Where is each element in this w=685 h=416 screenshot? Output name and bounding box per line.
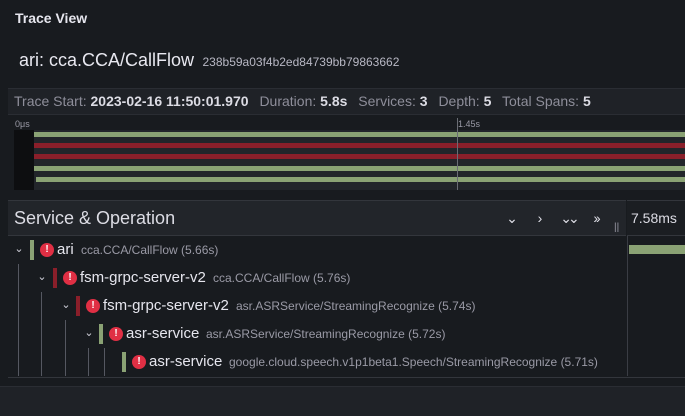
services-value: 3	[419, 93, 428, 109]
timeline-header: 7.58ms	[627, 200, 685, 236]
timeline-tick-label: 7.58ms	[631, 210, 677, 226]
error-icon: !	[63, 271, 77, 285]
tree-guide	[18, 348, 19, 376]
span-name-cell[interactable]: ⌄ ! ari cca.CCA/CallFlow (5.66s)	[8, 236, 627, 264]
error-icon: !	[132, 355, 146, 369]
span-name-cell[interactable]: ⌄ ! asr-service asr.ASRService/Streaming…	[8, 320, 627, 348]
operation-name: google.cloud.speech.v1p1beta1.Speech/Str…	[229, 355, 598, 369]
span-bar-cell[interactable]	[627, 236, 685, 264]
total-spans-label: Total Spans:	[502, 93, 580, 109]
tree-guide	[41, 320, 42, 348]
trace-minimap[interactable]: 0μs 1.45s	[14, 118, 685, 190]
service-color-marker	[30, 240, 34, 260]
minimap-span-bar	[33, 132, 685, 137]
duration-label: Duration:	[259, 93, 317, 109]
depth-value: 5	[483, 93, 492, 109]
service-operation-header: Service & Operation	[14, 208, 176, 228]
operation-name: cca.CCA/CallFlow (5.66s)	[81, 243, 219, 257]
error-icon: !	[86, 299, 100, 313]
chevron-down-icon[interactable]: ⌄	[12, 242, 26, 256]
service-color-marker	[76, 296, 80, 316]
trace-id: 238b59a03f4b2ed84739bb79863662	[202, 55, 400, 69]
minimap-selection[interactable]	[14, 130, 34, 190]
tree-guide	[18, 264, 19, 292]
minimap-ticks: 0μs 1.45s	[14, 118, 685, 130]
span-table-header: Service & Operation ⌄ › ⌄⌄ ››	[8, 200, 626, 236]
service-color-marker	[122, 352, 126, 372]
operation-name: asr.ASRService/StreamingRecognize (5.74s…	[236, 299, 476, 313]
span-rows: ⌄ ! ari cca.CCA/CallFlow (5.66s) ⌄ ! fsm…	[8, 236, 685, 377]
panel-title: Trace View	[15, 10, 88, 26]
column-resize-icon[interactable]: ||	[614, 222, 622, 234]
chevron-down-icon[interactable]: ⌄	[35, 270, 49, 284]
service-name: ari	[57, 241, 74, 258]
operation-name: cca.CCA/CallFlow (5.76s)	[213, 271, 351, 285]
span-name-cell[interactable]: ⌄ ! fsm-grpc-server-v2 cca.CCA/CallFlow …	[8, 264, 627, 292]
span-bar-cell[interactable]	[627, 264, 685, 292]
panel-footer	[0, 386, 685, 416]
span-bar-cell[interactable]	[627, 292, 685, 320]
span-row[interactable]: ⌄ ! fsm-grpc-server-v2 cca.CCA/CallFlow …	[8, 264, 685, 292]
minimap-divider	[457, 118, 458, 190]
span-bar[interactable]	[629, 245, 685, 254]
collapse-all-button[interactable]: ⌄⌄	[558, 208, 579, 228]
tree-guide	[41, 348, 42, 376]
service-color-marker	[99, 324, 103, 344]
service-name: fsm-grpc-server-v2	[103, 297, 229, 314]
minimap-span-bar	[27, 143, 685, 148]
trace-name: ari: cca.CCA/CallFlow	[19, 50, 195, 70]
total-spans-value: 5	[582, 93, 591, 109]
minimap-canvas[interactable]	[14, 130, 685, 190]
minimap-span-bar	[36, 177, 685, 182]
trace-start-value: 2023-02-16 11:50:01.970	[90, 93, 249, 109]
collapse-one-button[interactable]: ⌄	[502, 208, 522, 228]
depth-label: Depth:	[438, 93, 480, 109]
service-name: fsm-grpc-server-v2	[80, 269, 206, 286]
span-name-cell[interactable]: ! asr-service google.cloud.speech.v1p1be…	[8, 348, 627, 376]
span-name-cell[interactable]: ⌄ ! fsm-grpc-server-v2 asr.ASRService/St…	[8, 292, 627, 320]
expand-one-button[interactable]: ›	[530, 208, 550, 228]
span-bar-cell[interactable]	[627, 348, 685, 376]
trace-title: ari: cca.CCA/CallFlow 238b59a03f4b2ed847…	[19, 50, 399, 74]
error-icon: !	[109, 327, 123, 341]
tree-guide	[104, 348, 105, 376]
table-bottom-border	[8, 377, 685, 378]
span-row[interactable]: ⌄ ! asr-service asr.ASRService/Streaming…	[8, 320, 685, 348]
minimap-span-bar	[34, 166, 685, 171]
trace-start-label: Trace Start:	[14, 93, 87, 109]
service-name: asr-service	[126, 325, 200, 342]
trace-summary: Trace Start: 2023-02-16 11:50:01.970 Dur…	[8, 88, 685, 115]
span-row[interactable]: ! asr-service google.cloud.speech.v1p1be…	[8, 348, 685, 376]
panel-header: Trace View	[0, 0, 685, 36]
span-row[interactable]: ⌄ ! ari cca.CCA/CallFlow (5.66s)	[8, 236, 685, 264]
error-icon: !	[40, 243, 54, 257]
tree-guide	[65, 320, 66, 348]
tree-guide	[41, 292, 42, 320]
operation-name: asr.ASRService/StreamingRecognize (5.72s…	[206, 327, 446, 341]
chevron-down-icon[interactable]: ⌄	[82, 326, 96, 340]
expand-all-button[interactable]: ››	[586, 208, 606, 228]
tree-guide	[65, 348, 66, 376]
tree-guide	[18, 320, 19, 348]
tree-guide	[18, 292, 19, 320]
span-bar-cell[interactable]	[627, 320, 685, 348]
minimap-span-bar	[29, 154, 685, 159]
minimap-tick-start: 0μs	[15, 119, 30, 129]
tree-guide	[88, 348, 89, 376]
duration-value: 5.8s	[320, 93, 348, 109]
span-row[interactable]: ⌄ ! fsm-grpc-server-v2 asr.ASRService/St…	[8, 292, 685, 320]
chevron-down-icon[interactable]: ⌄	[59, 298, 73, 312]
service-color-marker	[53, 268, 57, 288]
service-name: asr-service	[149, 353, 223, 370]
minimap-tick-mid: 1.45s	[458, 119, 481, 129]
services-label: Services:	[358, 93, 416, 109]
